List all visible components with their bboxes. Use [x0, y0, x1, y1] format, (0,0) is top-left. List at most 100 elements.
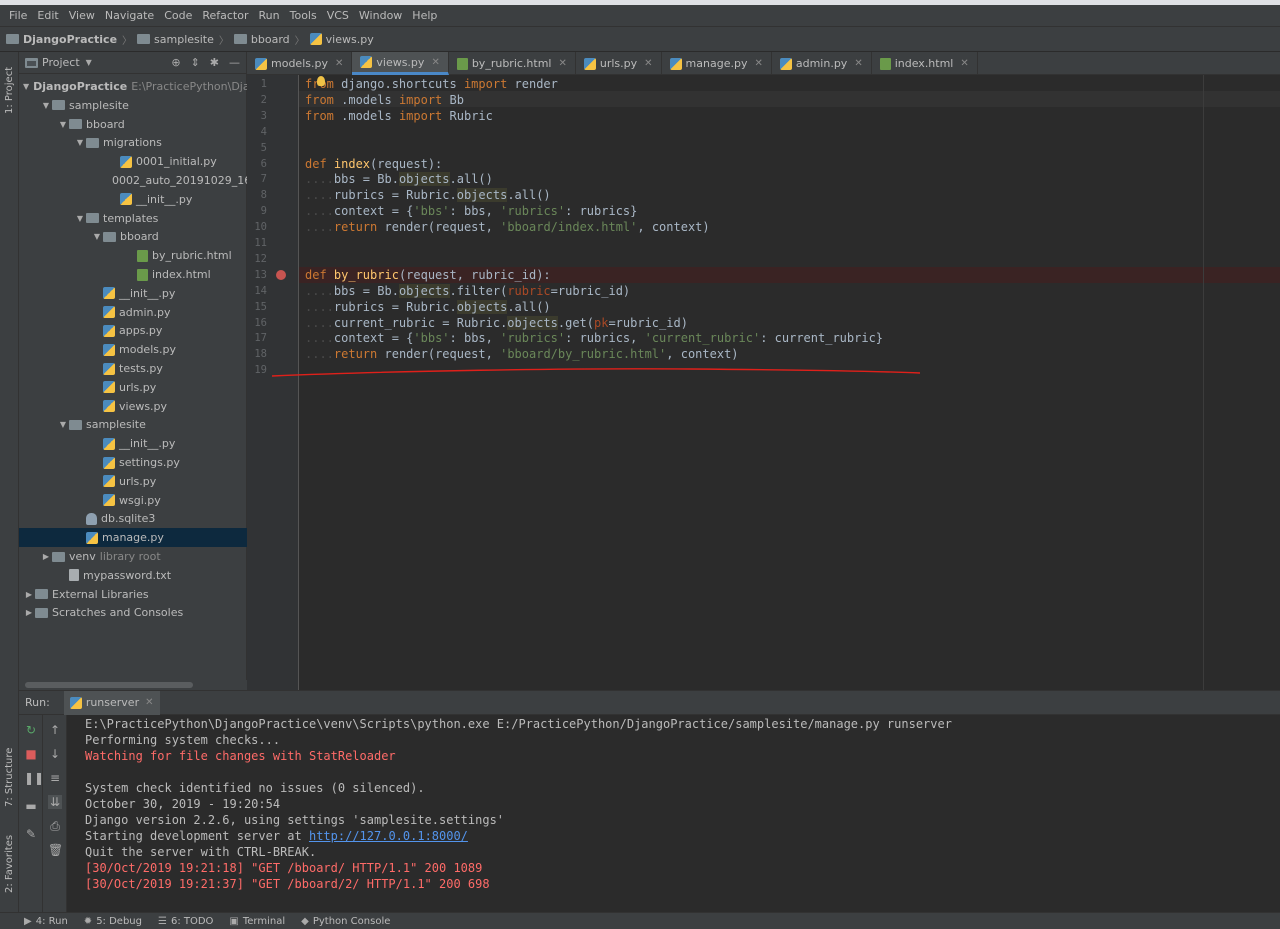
tree-item[interactable]: __init__.py [19, 284, 247, 303]
project-panel-title[interactable]: Project [42, 56, 80, 69]
tree-item[interactable]: __init__.py [19, 434, 247, 453]
bottom-tab[interactable]: ☰ 6: TODO [158, 916, 213, 927]
tree-item[interactable]: urls.py [19, 378, 247, 397]
breadcrumb-item[interactable]: DjangoPractice 〉 [6, 32, 137, 47]
tree-item[interactable]: 0001_initial.py [19, 152, 247, 171]
pin-icon[interactable]: ✎ [24, 827, 38, 841]
close-icon[interactable]: ✕ [854, 58, 862, 69]
menu-item-code[interactable]: Code [159, 9, 197, 22]
tree-item[interactable]: ▶ venv library root [19, 547, 247, 566]
close-icon[interactable]: ✕ [431, 57, 439, 68]
collapse-arrow-icon[interactable]: ▶ [40, 552, 52, 561]
expand-arrow-icon[interactable]: ▼ [57, 120, 69, 129]
bottom-tab[interactable]: ▶ 4: Run [24, 916, 68, 927]
gear-icon[interactable]: ✱ [210, 56, 219, 69]
expand-arrow-icon[interactable]: ▼ [74, 214, 86, 223]
tool-tab-project[interactable]: 1: Project [1, 60, 18, 120]
tree-item[interactable]: manage.py [19, 528, 247, 548]
tree-item[interactable]: ▼ DjangoPractice E:\PracticePython\Dja [19, 77, 247, 96]
tree-item[interactable]: ▼ samplesite [19, 415, 247, 434]
tree-item[interactable]: by_rubric.html [19, 246, 247, 265]
tree-item[interactable]: ▶ External Libraries [19, 585, 247, 604]
tree-item[interactable]: settings.py [19, 453, 247, 472]
collapse-all-icon[interactable]: ⇕ [191, 56, 200, 69]
tree-item[interactable]: ▼ samplesite [19, 96, 247, 115]
menu-item-vcs[interactable]: VCS [322, 9, 354, 22]
arrow-down-icon[interactable]: ↓ [48, 747, 62, 761]
menu-item-refactor[interactable]: Refactor [197, 9, 253, 22]
print-icon[interactable]: ⎙ [48, 819, 62, 833]
close-icon[interactable]: ✕ [644, 58, 652, 69]
run-tab-runserver[interactable]: runserver ✕ [63, 690, 160, 715]
bottom-tab[interactable]: ✹ 5: Debug [84, 916, 142, 927]
editor-tab[interactable]: index.html ✕ [872, 52, 978, 75]
layout-icon[interactable]: ▬ [24, 799, 38, 813]
minimize-icon[interactable]: — [229, 56, 240, 69]
close-icon[interactable]: ✕ [960, 58, 968, 69]
breadcrumb-item[interactable]: samplesite 〉 [137, 32, 234, 47]
close-icon[interactable]: ✕ [145, 697, 153, 708]
console-output[interactable]: E:\PracticePython\DjangoPractice\venv\Sc… [85, 715, 1275, 913]
expand-arrow-icon[interactable]: ▼ [40, 101, 52, 110]
collapse-arrow-icon[interactable]: ▶ [23, 590, 35, 599]
tool-tab-structure[interactable]: 7: Structure [1, 742, 18, 812]
menu-item-edit[interactable]: Edit [32, 9, 63, 22]
tree-item[interactable]: __init__.py [19, 190, 247, 209]
editor-tab[interactable]: views.py ✕ [352, 52, 449, 75]
chevron-down-icon[interactable]: ▼ [86, 58, 92, 67]
expand-arrow-icon[interactable]: ▼ [57, 420, 69, 429]
menu-item-view[interactable]: View [64, 9, 100, 22]
editor-tab[interactable]: admin.py ✕ [772, 52, 872, 75]
menu-item-help[interactable]: Help [407, 9, 442, 22]
close-icon[interactable]: ✕ [335, 58, 343, 69]
lightbulb-icon[interactable] [317, 76, 325, 86]
tree-item[interactable]: models.py [19, 340, 247, 359]
tree-item[interactable]: ▶ Scratches and Consoles [19, 603, 247, 622]
editor-tab[interactable]: by_rubric.html ✕ [449, 52, 576, 75]
menu-item-navigate[interactable]: Navigate [100, 9, 159, 22]
menu-item-file[interactable]: File [4, 9, 32, 22]
expand-arrow-icon[interactable]: ▼ [91, 232, 103, 241]
editor-tab[interactable]: manage.py ✕ [662, 52, 772, 75]
stop-icon[interactable]: ■ [24, 747, 38, 761]
editor-tab[interactable]: models.py ✕ [247, 52, 353, 75]
soft-wrap-icon[interactable]: ≡ [48, 771, 62, 785]
bottom-tab[interactable]: ◆ Python Console [301, 916, 390, 927]
project-horizontal-scrollbar[interactable] [19, 680, 247, 690]
editor-tab[interactable]: urls.py ✕ [576, 52, 662, 75]
scroll-to-end-icon[interactable]: ⇊ [48, 795, 62, 809]
expand-arrow-icon[interactable]: ▼ [23, 82, 29, 91]
breadcrumb-item[interactable]: bboard 〉 [233, 32, 310, 47]
tree-item[interactable]: db.sqlite3 [19, 509, 247, 528]
scrollbar-thumb[interactable] [25, 682, 193, 688]
server-link[interactable]: http://127.0.0.1:8000/ [309, 829, 468, 843]
tree-item[interactable]: mypassword.txt [19, 566, 247, 585]
tree-item[interactable]: ▼ bboard [19, 115, 247, 134]
menu-item-tools[interactable]: Tools [285, 9, 322, 22]
collapse-arrow-icon[interactable]: ▶ [23, 608, 35, 617]
tree-item[interactable]: urls.py [19, 472, 247, 491]
menu-item-run[interactable]: Run [254, 9, 285, 22]
tree-item[interactable]: 0002_auto_20191029_1643 [19, 171, 247, 190]
pause-icon[interactable]: ❚❚ [24, 771, 44, 785]
rerun-icon[interactable]: ↻ [24, 723, 38, 737]
arrow-up-icon[interactable]: ↑ [48, 723, 62, 737]
tree-item[interactable]: apps.py [19, 321, 247, 340]
trash-icon[interactable]: 🗑 [48, 843, 63, 857]
tree-item[interactable]: admin.py [19, 303, 247, 322]
tree-item[interactable]: views.py [19, 397, 247, 416]
breakpoint-icon[interactable] [276, 269, 286, 280]
tree-item[interactable]: ▼ bboard [19, 227, 247, 246]
tool-tab-favorites[interactable]: 2: Favorites [1, 832, 18, 896]
expand-arrow-icon[interactable]: ▼ [74, 138, 86, 147]
close-icon[interactable]: ✕ [558, 58, 566, 69]
close-icon[interactable]: ✕ [754, 58, 762, 69]
tree-item[interactable]: tests.py [19, 359, 247, 378]
tree-item[interactable]: ▼ templates [19, 209, 247, 228]
tree-item[interactable]: index.html [19, 265, 247, 284]
bottom-tab[interactable]: ▣ Terminal [229, 916, 285, 927]
locate-icon[interactable]: ⊕ [171, 56, 180, 69]
menu-item-window[interactable]: Window [354, 9, 407, 22]
code-area[interactable]: from django.shortcuts import renderfrom … [305, 75, 1280, 690]
tree-item[interactable]: wsgi.py [19, 491, 247, 510]
